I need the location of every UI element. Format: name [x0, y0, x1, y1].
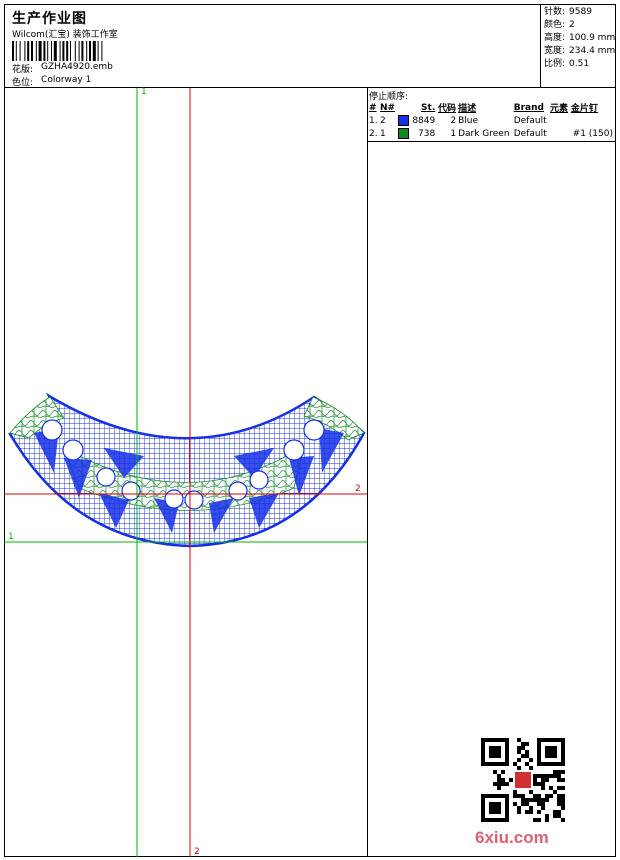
col-description: 描述	[458, 104, 477, 114]
row-brand: Default	[513, 128, 547, 139]
design-file-label: 花版:	[12, 65, 34, 75]
green-vertical-guide-label: 1	[141, 87, 147, 97]
software-name: Wilcom(汇宝) 装饰工作室	[12, 30, 118, 40]
red-horizontal-guide-label: 2	[355, 484, 361, 494]
col-brand: Brand	[513, 102, 544, 113]
stop-sequence-panel: 停止顺序: # N# St. 代码 描述 Brand 元素 金片钉 1. 2 8…	[368, 88, 616, 142]
row-stitches: 738	[418, 128, 436, 139]
height-value: 100.9 mm	[569, 33, 616, 43]
table-bottom-rule	[368, 141, 616, 142]
colors-label: 颜色:	[544, 20, 566, 30]
design-stats: 针数: 9589 颜色: 2 高度: 100.9 mm 宽度: 234.4 mm 比例:…	[540, 4, 616, 88]
width-label: 宽度:	[544, 46, 566, 56]
stop-sequence-title: 停止顺序:	[369, 92, 409, 102]
col-elements: 元素	[550, 104, 569, 114]
stop-sequence-table: # N# St. 代码 描述 Brand 元素 金片钉 1. 2 8849 2 …	[368, 101, 614, 140]
colorway-value: Colorway 1	[41, 75, 92, 85]
row-index: 1.	[369, 115, 378, 126]
row-brand: Default	[513, 115, 547, 126]
stitches-label: 针数:	[544, 7, 566, 17]
red-vertical-guide-label: 2	[194, 847, 200, 857]
row-code: 2	[450, 115, 457, 126]
row-description: Blue	[458, 115, 478, 126]
scale-label: 比例:	[544, 59, 566, 69]
color-swatch	[397, 115, 409, 126]
watermark-text: 6xiu.com	[475, 828, 549, 847]
barcode-icon	[12, 41, 103, 61]
width-value: 234.4 mm	[569, 46, 616, 56]
row-elements	[549, 127, 570, 140]
row-color	[397, 127, 411, 140]
table-row: 1. 2 8849 2 Blue Default	[368, 114, 614, 127]
row-elements	[549, 114, 570, 127]
col-stitches: St.	[421, 102, 436, 113]
row-sequin	[570, 114, 614, 127]
col-sequin: 金片钉	[570, 104, 598, 114]
header: 生产作业图 Wilcom(汇宝) 装饰工作室 花版: GZHA4920.emb …	[4, 4, 616, 88]
page-title: 生产作业图	[12, 11, 87, 27]
qr-code-icon	[481, 738, 565, 822]
height-label: 高度:	[544, 33, 566, 43]
col-code: 代码	[438, 104, 457, 114]
green-horizontal-guide-label: 1	[8, 532, 14, 542]
table-header-row: # N# St. 代码 描述 Brand 元素 金片钉	[368, 101, 614, 115]
panel-divider	[367, 88, 368, 857]
design-file-row: 花版: GZHA4920.emb	[12, 62, 113, 75]
row-index: 2.	[369, 128, 378, 139]
col-needle: N#	[380, 102, 396, 113]
colorway-row: 色位: Colorway 1	[12, 75, 91, 88]
row-color	[397, 114, 411, 127]
col-color	[397, 101, 411, 114]
row-description: Dark Green	[458, 128, 510, 139]
colors-value: 2	[569, 20, 575, 30]
row-needle: 1	[380, 128, 386, 139]
stitches-value: 9589	[569, 7, 592, 17]
row-code: 1	[450, 128, 457, 139]
design-file-value: GZHA4920.emb	[41, 62, 113, 72]
embroidery-design	[4, 88, 368, 857]
row-needle: 2	[380, 115, 386, 126]
table-row: 2. 1 738 1 Dark Green Default #1 (150)	[368, 127, 614, 140]
row-stitches: 8849	[412, 115, 436, 126]
col-index: #	[369, 102, 377, 113]
color-swatch	[397, 128, 409, 139]
scale-value: 0.51	[569, 59, 590, 69]
colorway-label: 色位:	[12, 78, 34, 88]
row-sequin: #1 (150)	[572, 128, 613, 139]
